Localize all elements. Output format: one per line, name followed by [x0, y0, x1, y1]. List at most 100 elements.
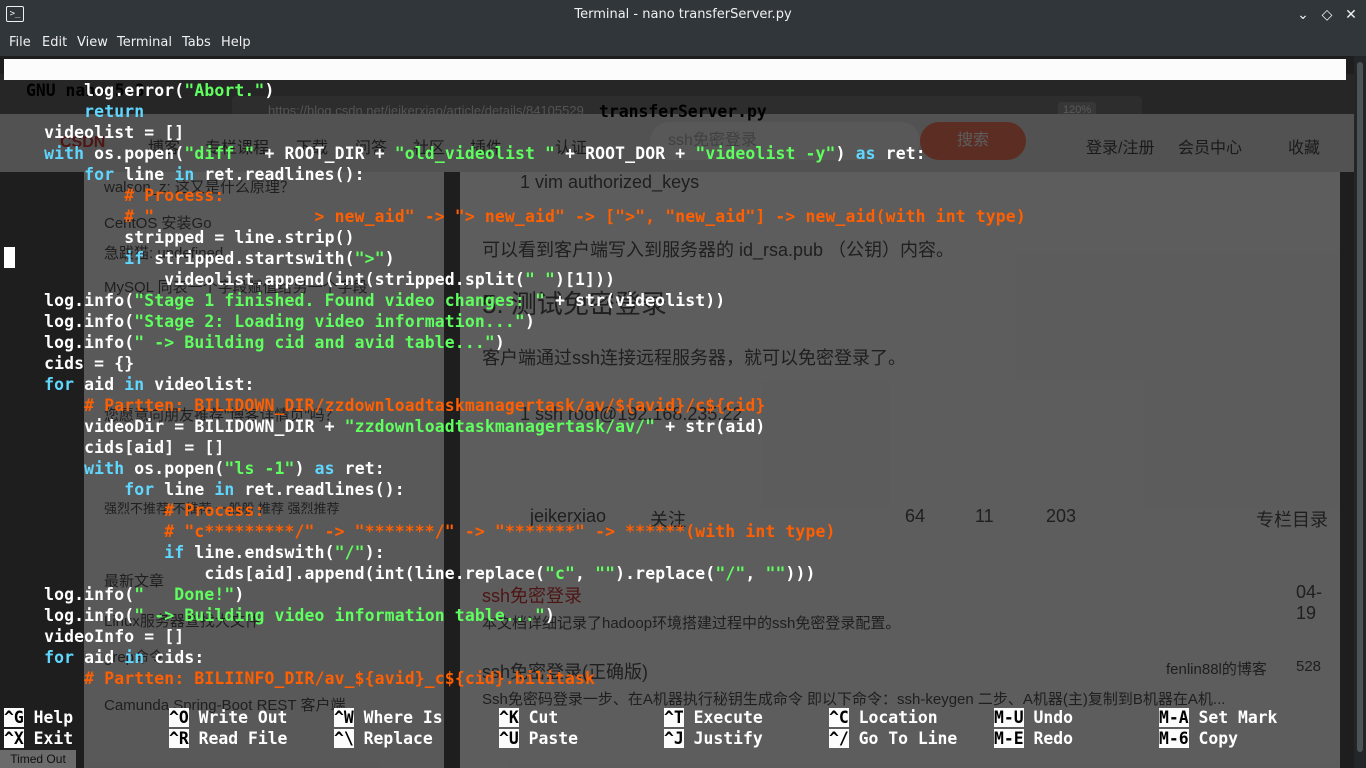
menu-edit[interactable]: Edit [42, 35, 67, 50]
shortcut-label: Location [848, 708, 938, 727]
code-str: "videolist -y" [695, 144, 836, 163]
shortcut-key: ^G [4, 708, 24, 727]
maximize-icon[interactable]: ◇ [1318, 6, 1336, 24]
article-text: 203 [1046, 506, 1077, 526]
shortcut-copy[interactable]: M-6 Copy [1159, 728, 1238, 749]
code-line: return [4, 101, 144, 122]
shortcut-location[interactable]: ^C Location [829, 707, 938, 728]
shortcut-execute[interactable]: ^T Execute [664, 707, 763, 728]
nano-header: GNU nano 5.8 transferServer.py [4, 59, 1346, 121]
shortcut-read-file[interactable]: ^R Read File [169, 728, 287, 749]
code-line: videolist.append(int(stripped.split(" ")… [4, 269, 615, 290]
code-text: videoInfo = [] [4, 627, 185, 646]
code-line: # Process: [4, 500, 264, 521]
shortcut-undo[interactable]: M-U Undo [994, 707, 1073, 728]
shortcut-where-is[interactable]: ^W Where Is [334, 707, 443, 728]
shortcut-label: Paste [518, 729, 578, 748]
code-kw: in [124, 648, 145, 667]
window-titlebar[interactable]: >_ Terminal - nano transferServer.py ⌄ ◇… [0, 0, 1366, 30]
article-text: fenlin88l的博客 [1166, 661, 1267, 678]
code-kw: if [124, 249, 145, 268]
shortcut-justify[interactable]: ^J Justify [664, 728, 763, 749]
code-kw: as [855, 144, 876, 163]
shortcut-exit[interactable]: ^X Exit [4, 728, 73, 749]
code-line: for line in ret.readlines(): [4, 479, 405, 500]
code-kw: for [44, 648, 75, 667]
code-line: for line in ret.readlines(): [4, 164, 365, 185]
code-text: ) [524, 312, 535, 331]
shortcut-help[interactable]: ^G Help [4, 707, 73, 728]
shortcut-go-to-line[interactable]: ^/ Go To Line [829, 728, 957, 749]
code-kw: with [84, 459, 125, 478]
shortcut-set-mark[interactable]: M-A Set Mark [1159, 707, 1277, 728]
code-text: log.info( [4, 312, 135, 331]
shortcut-redo[interactable]: M-E Redo [994, 728, 1073, 749]
shortcut-cut[interactable]: ^K Cut [499, 707, 558, 728]
code-text: videoDir = BILIDOWN_DIR + [4, 417, 345, 436]
code-str: "c" [544, 564, 576, 583]
code-text: line [114, 165, 175, 184]
code-text: ) [294, 459, 315, 478]
article-text: 64 [905, 506, 926, 526]
code-text: + ROOT_DOR + [555, 144, 696, 163]
nav-favorites: 收藏 [1288, 140, 1321, 157]
scrollbar-thumb[interactable] [1357, 62, 1363, 752]
code-line: # Process: [4, 185, 224, 206]
menu-help[interactable]: Help [221, 35, 251, 50]
code-kw: with [44, 144, 85, 163]
code-line: cids[aid] = [] [4, 437, 224, 458]
code-line: videolist = [] [4, 122, 184, 143]
shortcut-write-out[interactable]: ^O Write Out [169, 707, 287, 728]
code-text: ) [384, 249, 395, 268]
code-kw: for [84, 165, 115, 184]
code-kw: if [164, 543, 185, 562]
code-text: ret.readlines(): [194, 165, 365, 184]
close-icon[interactable]: ✕ [1342, 6, 1360, 24]
menu-file[interactable]: File [9, 35, 31, 50]
terminal-scrollbar[interactable] [1354, 56, 1366, 768]
shortcut-label: Go To Line [848, 729, 958, 748]
shortcut-paste[interactable]: ^U Paste [499, 728, 578, 749]
code-text: )[1])) [555, 270, 616, 289]
code-text: ) [234, 585, 245, 604]
shortcut-key: ^/ [829, 729, 849, 748]
code-text: + str(aid) [655, 417, 766, 436]
article-text: 11 [975, 506, 994, 526]
article-text: 1 vim authorized_keys [520, 172, 700, 192]
status-timed-out: Timed Out [0, 750, 76, 768]
shortcut-replace[interactable]: ^\ Replace [334, 728, 433, 749]
menu-terminal[interactable]: Terminal [117, 35, 172, 50]
menu-view[interactable]: View [77, 35, 108, 50]
code-text: cids = {} [4, 354, 135, 373]
shortcut-label: Redo [1023, 729, 1073, 748]
nano-filename: transferServer.py [599, 102, 767, 121]
code-line: # Partten: BILIINFO_DIR/av_${avid}_c${ci… [4, 668, 595, 689]
code-text: ) [264, 81, 275, 100]
code-text: cids: [144, 648, 205, 667]
code-line: videoInfo = [] [4, 626, 184, 647]
shortcut-label: Replace [353, 729, 433, 748]
code-str: ">" [354, 249, 385, 268]
shortcut-key: M-6 [1159, 729, 1189, 748]
shortcut-label: Exit [23, 729, 74, 748]
code-line: with os.popen("diff " + ROOT_DIR + "old_… [4, 143, 926, 164]
code-str: "Abort." [184, 81, 265, 100]
menu-tabs[interactable]: Tabs [182, 35, 211, 50]
code-text: ) [835, 144, 856, 163]
terminal-area[interactable]: https://blog.csdn.net/jeikerxiao/article… [0, 56, 1354, 768]
code-str: "" [595, 564, 616, 583]
code-str: "old_videolist " [394, 144, 556, 163]
code-text: os.popen( [84, 144, 185, 163]
window-title: Terminal - nano transferServer.py [574, 7, 792, 22]
shortcut-key: M-E [994, 729, 1024, 748]
code-text: ) [544, 606, 556, 625]
minimize-icon[interactable]: ⌄ [1294, 6, 1312, 24]
menu-bar: File Edit View Terminal Tabs Help [0, 30, 1366, 56]
shortcut-label: Execute [683, 708, 763, 727]
code-line: # Partten: BILIDOWN_DIR/zzdownloadtaskma… [4, 395, 765, 416]
code-line: log.info(" -> Building video information… [4, 605, 555, 626]
